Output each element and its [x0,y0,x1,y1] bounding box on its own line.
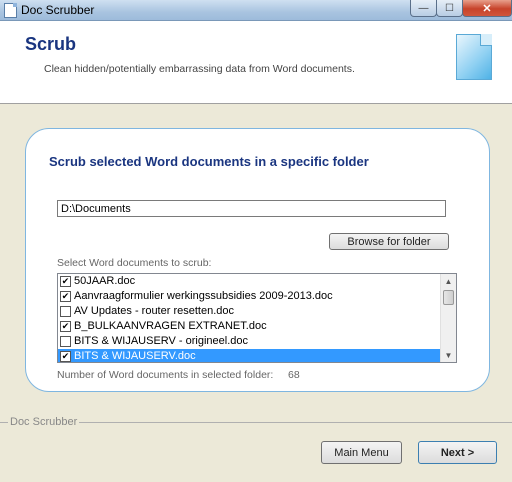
scroll-down-arrow-icon[interactable]: ▼ [441,348,456,362]
browse-folder-button[interactable]: Browse for folder [329,233,449,250]
page-title: Scrub [25,34,77,54]
maximize-button[interactable]: ☐ [436,0,463,17]
list-item[interactable]: BITS & WIJAUSERV - origineel.doc [58,334,456,349]
document-name: BITS & WIJAUSERV - origineel.doc [74,335,249,347]
document-name: Aanvraagformulier werkingssubsidies 2009… [74,290,333,302]
list-item[interactable]: ✔ BITS & WIJAUSERV.doc [58,349,456,362]
checkbox[interactable]: ✔ [60,321,71,332]
document-name: BITS & WIJAUSERV.doc [74,350,196,362]
folder-path-input[interactable] [57,200,446,217]
next-button[interactable]: Next > [418,441,497,464]
close-button[interactable]: ✕ [462,0,512,17]
document-count-label: Number of Word documents in selected fol… [57,369,274,381]
list-scrollbar[interactable]: ▲ ▼ [440,274,456,362]
main-menu-button[interactable]: Main Menu [321,441,402,464]
scroll-up-arrow-icon[interactable]: ▲ [441,274,456,288]
document-name: B_BULKAANVRAGEN EXTRANET.doc [74,320,267,332]
page-subtitle: Clean hidden/potentially embarrassing da… [44,63,355,75]
list-item[interactable]: AV Updates - router resetten.doc [58,304,456,319]
footer-group-label: Doc Scrubber [8,416,80,428]
document-checklist[interactable]: ✔ 50JAAR.doc ✔ Aanvraagformulier werking… [57,273,457,363]
checkbox[interactable] [60,306,71,317]
scroll-thumb[interactable] [443,290,454,305]
document-count-value: 68 [288,369,300,381]
window-title-bar: Doc Scrubber — ☐ ✕ [0,0,512,21]
document-name: 50JAAR.doc [74,275,136,287]
checkbox[interactable]: ✔ [60,351,71,362]
content-area: Scrub selected Word documents in a speci… [0,104,512,415]
document-name: AV Updates - router resetten.doc [74,305,234,317]
checkbox[interactable]: ✔ [60,276,71,287]
app-icon [4,3,17,18]
scrub-panel: Scrub selected Word documents in a speci… [25,128,490,392]
document-icon-fold [480,34,492,46]
wizard-header: Scrub Clean hidden/potentially embarrass… [0,21,512,104]
window-title: Doc Scrubber [21,3,95,17]
list-item[interactable]: ✔ Aanvraagformulier werkingssubsidies 20… [58,289,456,304]
checkbox[interactable]: ✔ [60,291,71,302]
list-item[interactable]: ✔ B_BULKAANVRAGEN EXTRANET.doc [58,319,456,334]
panel-title: Scrub selected Word documents in a speci… [49,154,369,169]
document-list-label: Select Word documents to scrub: [57,257,212,269]
minimize-button[interactable]: — [410,0,437,17]
checkbox[interactable] [60,336,71,347]
list-item[interactable]: ✔ 50JAAR.doc [58,274,456,289]
